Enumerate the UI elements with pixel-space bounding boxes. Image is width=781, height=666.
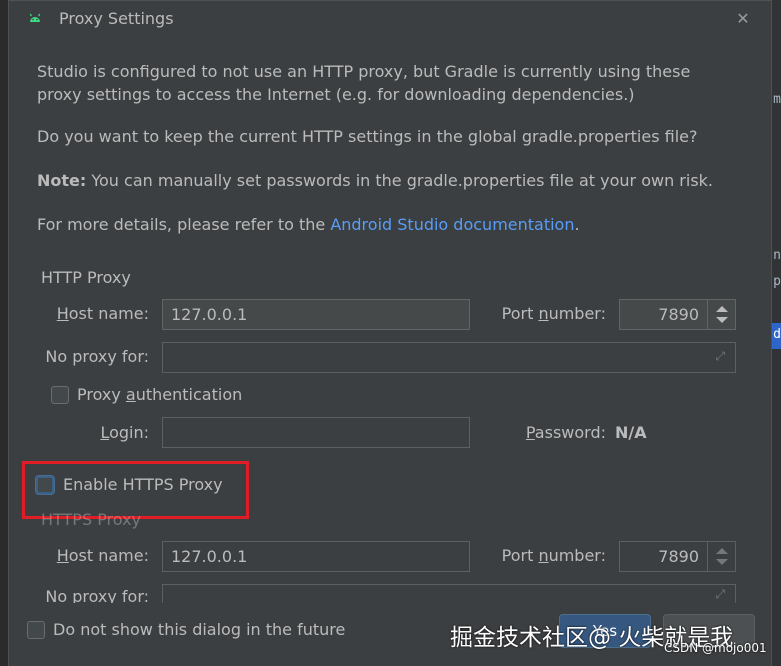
http-host-input[interactable]: 127.0.0.1 xyxy=(162,299,470,330)
http-no-proxy-label: No proxy for: xyxy=(45,347,149,366)
editor-glyph: n xyxy=(773,248,781,263)
dialog-titlebar: Proxy Settings ✕ xyxy=(9,1,771,39)
spinner-down-icon[interactable] xyxy=(716,559,728,565)
note-bold: Note: xyxy=(37,171,87,190)
note-body: You can manually set passwords in the gr… xyxy=(86,171,714,190)
http-port-value: 7890 xyxy=(658,305,699,324)
documentation-link[interactable]: Android Studio documentation xyxy=(330,215,574,234)
password-label: Password: xyxy=(525,423,606,442)
login-input[interactable] xyxy=(162,417,470,448)
http-host-label: Host name: xyxy=(56,304,149,323)
proxy-settings-dialog: Proxy Settings ✕ Studio is configured to… xyxy=(8,0,772,666)
dialog-title: Proxy Settings xyxy=(59,9,174,28)
proxy-auth-label: Proxy authentication xyxy=(77,385,243,404)
close-icon[interactable]: ✕ xyxy=(733,9,753,29)
https-no-proxy-label: No proxy for: xyxy=(45,587,149,603)
watermark-subtext: CSDN @mojo001 xyxy=(664,641,767,655)
https-host-input[interactable]: 127.0.0.1 xyxy=(162,541,470,572)
note-text: Note: You can manually set passwords in … xyxy=(37,169,737,192)
spinner-down-icon[interactable] xyxy=(716,317,728,323)
login-label: Login: xyxy=(100,423,149,442)
dont-show-label: Do not show this dialog in the future xyxy=(53,620,346,639)
proxy-auth-checkbox[interactable] xyxy=(51,386,69,404)
spinner-arrows[interactable] xyxy=(707,300,735,329)
editor-glyph: p xyxy=(773,274,781,289)
clipped-row: No proxy for: ⤢ xyxy=(9,584,771,603)
https-proxy-section-title: HTTPS Proxy xyxy=(41,510,142,529)
expand-icon[interactable]: ⤢ xyxy=(715,587,725,602)
http-no-proxy-input[interactable]: ⤢ xyxy=(162,342,736,373)
details-text: For more details, please refer to the An… xyxy=(37,213,737,236)
android-icon xyxy=(29,13,41,22)
question-text: Do you want to keep the current HTTP set… xyxy=(37,127,698,146)
https-port-label: Port number: xyxy=(501,546,606,565)
spinner-up-icon[interactable] xyxy=(716,306,728,312)
intro-text: Studio is configured to not use an HTTP … xyxy=(37,62,691,104)
details-prefix: For more details, please refer to the xyxy=(37,215,331,234)
https-host-label: Host name: xyxy=(56,546,149,565)
password-value: N/A xyxy=(615,423,647,442)
https-no-proxy-input[interactable]: ⤢ xyxy=(162,584,736,603)
editor-glyph: d xyxy=(773,327,781,342)
expand-icon[interactable]: ⤢ xyxy=(715,349,725,364)
https-port-value: 7890 xyxy=(658,547,699,566)
spinner-up-icon[interactable] xyxy=(716,548,728,554)
http-port-spinner[interactable]: 7890 xyxy=(619,299,736,330)
details-suffix: . xyxy=(574,215,580,234)
http-port-label: Port number: xyxy=(501,304,606,323)
https-port-spinner[interactable]: 7890 xyxy=(619,541,736,572)
dont-show-checkbox[interactable] xyxy=(27,621,45,639)
spinner-arrows[interactable] xyxy=(707,542,735,571)
editor-glyph: m xyxy=(773,92,781,107)
http-proxy-section-title: HTTP Proxy xyxy=(41,268,131,287)
